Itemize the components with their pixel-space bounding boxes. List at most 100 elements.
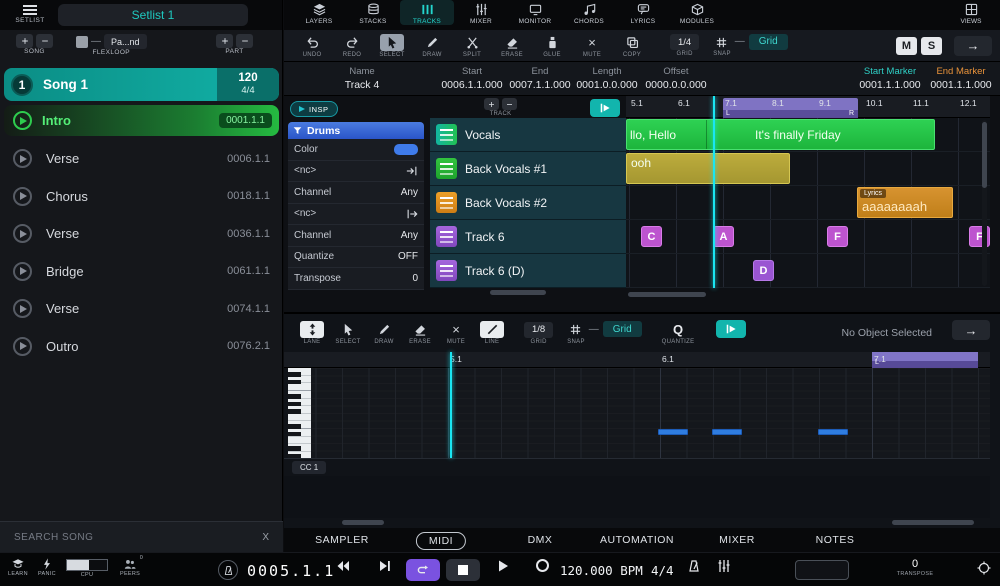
solo-button[interactable]: S xyxy=(921,37,942,55)
lane-track-6[interactable]: C A F F xyxy=(626,220,990,254)
setlist-menu-button[interactable]: SETLIST xyxy=(10,3,50,24)
midi-grid-value-control[interactable]: 1/8 GRID xyxy=(524,322,553,345)
track-row-back-vocals-1[interactable]: Back Vocals #1 xyxy=(430,152,626,186)
remove-track-button[interactable] xyxy=(502,98,517,110)
mute-tool[interactable]: × MUTE xyxy=(438,321,474,345)
part-row[interactable]: Chorus 0018.1.1 xyxy=(0,178,283,216)
undo-button[interactable]: UNDO xyxy=(292,34,332,58)
peers-button[interactable]: 0 PEERS xyxy=(120,558,140,577)
transpose-row[interactable]: Transpose 0 xyxy=(288,268,424,290)
tap-tempo-button[interactable] xyxy=(218,560,238,580)
midi-note[interactable] xyxy=(658,429,688,435)
input-channel-row[interactable]: Channel Any xyxy=(288,182,424,204)
grid-value-control[interactable]: 1/4 GRID xyxy=(670,34,699,57)
loop-right-marker[interactable]: R xyxy=(849,110,854,117)
rewind-button[interactable] xyxy=(328,559,358,573)
midi-playhead[interactable] xyxy=(450,352,452,458)
bpm-display[interactable]: 120.000 BPM xyxy=(560,563,643,578)
mixer-shortcut-button[interactable] xyxy=(712,559,736,573)
views-button[interactable]: VIEWS xyxy=(948,3,994,25)
chord-clip[interactable]: F xyxy=(827,226,848,247)
stop-button[interactable] xyxy=(446,559,480,581)
output-routing-row[interactable]: <nc> xyxy=(288,204,424,226)
midi-note[interactable] xyxy=(818,429,848,435)
track-row-track-6-d[interactable]: Track 6 (D) xyxy=(430,254,626,288)
active-part-row[interactable]: Intro 0001.1.1 xyxy=(4,105,279,136)
input-routing-row[interactable]: <nc> xyxy=(288,161,424,183)
note-grid[interactable] xyxy=(311,368,990,458)
track-row-vocals[interactable]: Vocals xyxy=(430,118,626,152)
remove-song-button[interactable] xyxy=(36,34,53,48)
marker-mode-button[interactable] xyxy=(716,320,746,338)
search-clear-button[interactable]: X xyxy=(262,532,269,543)
inspector-toggle-button[interactable]: INSP xyxy=(290,101,338,117)
module-mixer[interactable]: MIXER xyxy=(454,0,508,25)
midi-hscrollbar[interactable] xyxy=(284,520,990,526)
midi-ruler[interactable]: 5.1 6.1 7.1 L xyxy=(284,352,990,368)
part-row[interactable]: Verse 0036.1.1 xyxy=(0,215,283,253)
play-button[interactable] xyxy=(488,559,518,573)
clip-back-vocals-2[interactable]: Lyrics aaaaaaaah xyxy=(857,187,953,218)
lane-back-vocals-1[interactable]: ooh xyxy=(626,152,990,186)
module-tracks[interactable]: TRACKS xyxy=(400,0,454,25)
color-row[interactable]: Color xyxy=(288,139,424,161)
glue-tool[interactable]: GLUE xyxy=(532,34,572,58)
transpose-display[interactable]: 0 TRANSPOSE xyxy=(893,558,937,577)
expand-right-button[interactable]: → xyxy=(952,320,990,340)
flexloop-icon[interactable] xyxy=(76,36,88,48)
offset-field[interactable]: Offset 0000.0.0.000 xyxy=(645,66,706,91)
timeline-hscrollbar[interactable] xyxy=(626,292,990,298)
add-part-button[interactable] xyxy=(216,34,233,48)
tab-notes[interactable]: NOTES xyxy=(804,532,867,548)
draw-tool[interactable]: DRAW xyxy=(366,321,402,345)
cc-lane[interactable] xyxy=(284,476,990,518)
module-chords[interactable]: CHORDS xyxy=(562,0,616,25)
start-field[interactable]: Start 0006.1.1.000 xyxy=(441,66,502,91)
grid-mode-button[interactable]: Grid xyxy=(749,34,788,50)
erase-tool[interactable]: ERASE xyxy=(492,34,532,58)
module-layers[interactable]: LAYERS xyxy=(292,0,346,25)
clip-back-vocals-1[interactable]: ooh xyxy=(626,153,790,184)
chord-clip[interactable]: A xyxy=(713,226,734,247)
loop-left-marker[interactable]: L xyxy=(875,359,879,366)
flexloop-value[interactable]: Pa...nd xyxy=(104,34,147,49)
select-tool[interactable]: SELECT xyxy=(330,321,366,345)
snap-control[interactable]: SNAP xyxy=(713,34,731,57)
tab-dmx[interactable]: DMX xyxy=(516,532,565,548)
module-stacks[interactable]: STACKS xyxy=(346,0,400,25)
time-signature-display[interactable]: 4/4 xyxy=(651,563,674,578)
track-inspector-header[interactable]: Drums xyxy=(288,122,424,139)
part-row[interactable]: Bridge 0061.1.1 xyxy=(0,253,283,291)
end-marker-field[interactable]: End Marker 0001.1.1.000 xyxy=(930,66,991,91)
track-row-track-6[interactable]: Track 6 xyxy=(430,220,626,254)
position-display[interactable]: 0005.1.1 xyxy=(247,562,335,580)
timeline-vscrollbar[interactable] xyxy=(982,120,987,286)
midi-grid-mode-button[interactable]: Grid xyxy=(603,321,642,337)
remove-part-button[interactable] xyxy=(236,34,253,48)
mute-tool[interactable]: × MUTE xyxy=(572,34,612,58)
module-monitor[interactable]: MONITOR xyxy=(508,0,562,25)
expand-right-button[interactable]: → xyxy=(954,36,992,56)
tab-sampler[interactable]: SAMPLER xyxy=(303,532,381,548)
tab-midi[interactable]: MIDI xyxy=(416,532,466,550)
range-display[interactable] xyxy=(795,560,849,580)
song-card[interactable]: 1 Song 1 120 4/4 xyxy=(4,68,279,101)
lane-back-vocals-2[interactable]: Lyrics aaaaaaaah xyxy=(626,186,990,220)
playhead[interactable] xyxy=(713,96,715,288)
add-song-button[interactable] xyxy=(16,34,33,48)
line-tool[interactable]: LINE xyxy=(474,321,510,345)
draw-tool[interactable]: DRAW xyxy=(412,34,452,58)
quantize-control[interactable]: Q QUANTIZE xyxy=(662,322,695,345)
midi-snap-control[interactable]: SNAP xyxy=(567,322,585,345)
loop-region[interactable] xyxy=(723,98,858,118)
erase-tool[interactable]: ERASE xyxy=(402,321,438,345)
split-tool[interactable]: SPLIT xyxy=(452,34,492,58)
marker-mode-button[interactable] xyxy=(590,99,620,117)
follow-playhead-button[interactable] xyxy=(972,561,996,575)
part-row[interactable]: Verse 0006.1.1 xyxy=(0,140,283,178)
mute-button[interactable]: M xyxy=(896,37,917,55)
clip-vocals[interactable]: llo, Hello It's finally Friday xyxy=(626,119,935,150)
part-row[interactable]: Outro 0076.2.1 xyxy=(0,328,283,366)
learn-button[interactable]: LEARN xyxy=(8,558,28,577)
lane-tool[interactable]: LANE xyxy=(294,321,330,345)
